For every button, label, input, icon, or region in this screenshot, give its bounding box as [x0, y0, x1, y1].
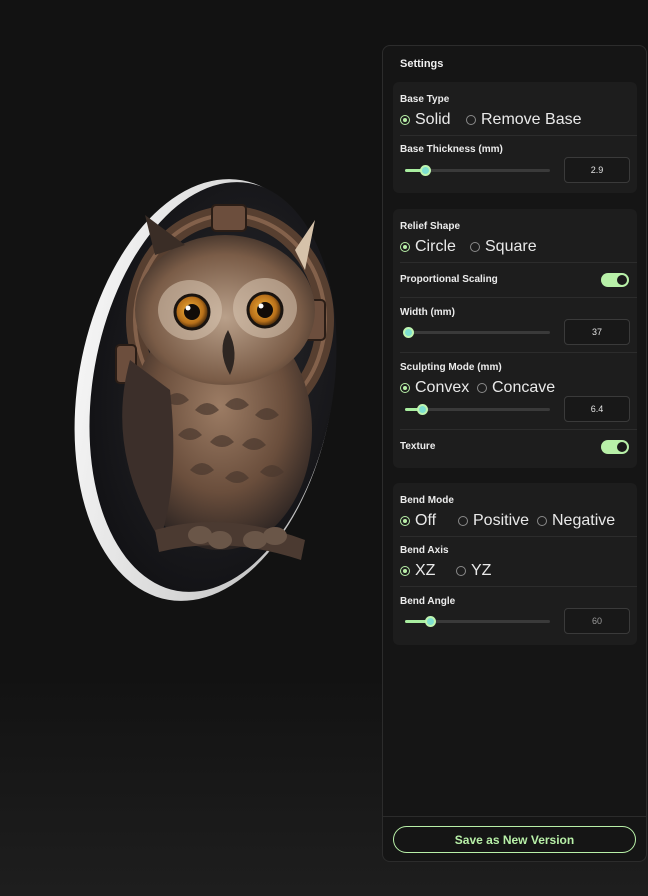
base-thickness-slider[interactable] [405, 165, 550, 176]
slider-thumb[interactable] [402, 327, 414, 338]
toggle-knob [617, 442, 627, 452]
sculpting-depth-input[interactable]: 6.4 [564, 396, 630, 422]
radio-label: Positive [473, 512, 530, 529]
divider [400, 536, 637, 537]
bend-mode-label: Bend Mode [400, 495, 454, 506]
radio-checked-icon [400, 242, 410, 252]
bend-card: Bend Mode Off Positive Negative Bend Axi… [393, 483, 637, 645]
radio-checked-icon [400, 115, 410, 125]
toggle-knob [617, 275, 627, 285]
divider [400, 135, 637, 136]
divider [400, 352, 637, 353]
footer-divider [383, 816, 646, 817]
radio-label: Solid [415, 111, 451, 128]
bend-angle-input[interactable]: 60 [564, 608, 630, 634]
proportional-scaling-label: Proportional Scaling [400, 274, 498, 285]
bend-mode-positive-radio[interactable]: Positive [458, 512, 529, 530]
radio-label: Convex [415, 379, 470, 396]
bend-mode-off-radio[interactable]: Off [400, 512, 436, 530]
sculpting-mode-concave-radio[interactable]: Concave [477, 379, 555, 397]
slider-thumb[interactable] [417, 404, 429, 415]
radio-unchecked-icon [458, 516, 468, 526]
bend-axis-xz-radio[interactable]: XZ [400, 562, 435, 580]
radio-unchecked-icon [456, 566, 466, 576]
panel-title: Settings [400, 58, 444, 70]
bend-axis-label: Bend Axis [400, 545, 449, 556]
bend-mode-negative-radio[interactable]: Negative [537, 512, 615, 530]
width-slider[interactable] [402, 327, 550, 338]
radio-checked-icon [400, 566, 410, 576]
base-type-label: Base Type [400, 94, 450, 105]
radio-unchecked-icon [477, 383, 487, 393]
relief-shape-label: Relief Shape [400, 221, 461, 232]
base-type-solid-radio[interactable]: Solid [400, 111, 451, 129]
radio-label: Negative [552, 512, 616, 529]
bend-axis-yz-radio[interactable]: YZ [456, 562, 491, 580]
radio-label: XZ [415, 562, 436, 579]
divider [400, 586, 637, 587]
divider [400, 262, 637, 263]
base-card: Base Type Solid Remove Base Base Thickne… [393, 82, 637, 193]
texture-toggle[interactable] [601, 440, 629, 454]
divider [400, 297, 637, 298]
radio-label: Remove Base [481, 111, 582, 128]
radio-label: Off [415, 512, 437, 529]
relief-card: Relief Shape Circle Square Proportional … [393, 209, 637, 468]
radio-label: Square [485, 238, 537, 255]
radio-label: Concave [492, 379, 556, 396]
save-as-new-version-button[interactable]: Save as New Version [393, 826, 636, 853]
relief-shape-circle-radio[interactable]: Circle [400, 238, 456, 256]
radio-unchecked-icon [537, 516, 547, 526]
sculpting-mode-label: Sculpting Mode (mm) [400, 362, 502, 373]
base-thickness-label: Base Thickness (mm) [400, 144, 503, 155]
settings-panel: Settings Base Type Solid Remove Base Bas… [382, 45, 647, 862]
divider [400, 429, 637, 430]
model-viewport[interactable] [0, 0, 382, 896]
sculpting-mode-convex-radio[interactable]: Convex [400, 379, 469, 397]
base-thickness-input[interactable]: 2.9 [564, 157, 630, 183]
relief-shape-square-radio[interactable]: Square [470, 238, 537, 256]
width-input[interactable]: 37 [564, 319, 630, 345]
radio-label: YZ [471, 562, 492, 579]
width-label: Width (mm) [400, 307, 455, 318]
radio-label: Circle [415, 238, 456, 255]
sculpting-depth-slider[interactable] [405, 404, 550, 415]
owl-relief-preview[interactable] [60, 160, 360, 620]
radio-checked-icon [400, 516, 410, 526]
bend-angle-slider[interactable] [405, 616, 550, 627]
texture-label: Texture [400, 441, 436, 452]
slider-thumb[interactable] [420, 165, 432, 176]
proportional-scaling-toggle[interactable] [601, 273, 629, 287]
radio-unchecked-icon [466, 115, 476, 125]
radio-checked-icon [400, 383, 410, 393]
base-type-remove-base-radio[interactable]: Remove Base [466, 111, 582, 129]
radio-unchecked-icon [470, 242, 480, 252]
bend-angle-label: Bend Angle [400, 596, 456, 607]
slider-thumb[interactable] [424, 616, 436, 627]
